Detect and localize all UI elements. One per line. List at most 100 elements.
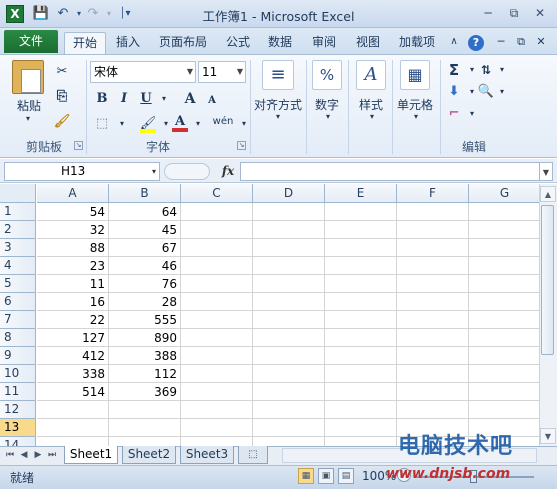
- cell[interactable]: 388: [109, 347, 180, 365]
- cell[interactable]: 45: [109, 221, 180, 239]
- number-dropdown-icon[interactable]: ▾: [318, 112, 338, 121]
- find-dropdown-icon[interactable]: ▾: [492, 82, 512, 102]
- column-header[interactable]: B: [109, 184, 181, 203]
- tab-review[interactable]: 审阅: [306, 32, 342, 54]
- page-layout-view-icon[interactable]: ▣: [318, 468, 334, 484]
- row-header[interactable]: 8: [0, 329, 36, 347]
- cell[interactable]: 412: [37, 347, 108, 365]
- cut-icon[interactable]: ✂: [52, 62, 72, 82]
- border-dropdown-icon[interactable]: ▾: [112, 114, 132, 134]
- column-header[interactable]: E: [325, 184, 397, 203]
- font-name-combo[interactable]: 宋体 ▼: [90, 61, 196, 83]
- cell[interactable]: 76: [109, 275, 180, 293]
- clipboard-launcher-icon[interactable]: ↘: [74, 141, 83, 150]
- cell[interactable]: 54: [37, 203, 108, 221]
- insert-function-icon[interactable]: fx: [218, 162, 238, 180]
- cell[interactable]: 46: [109, 257, 180, 275]
- vertical-scroll-thumb[interactable]: [541, 205, 554, 355]
- paste-icon[interactable]: [12, 60, 44, 94]
- cell[interactable]: 369: [109, 383, 180, 401]
- italic-button[interactable]: I: [114, 89, 134, 109]
- border-icon[interactable]: ⬚: [92, 114, 112, 134]
- cell[interactable]: 127: [37, 329, 108, 347]
- doc-minimize-icon[interactable]: ─: [492, 32, 510, 54]
- help-icon[interactable]: ?: [466, 32, 486, 54]
- column-header[interactable]: F: [397, 184, 469, 203]
- cell[interactable]: 890: [109, 329, 180, 347]
- font-launcher-icon[interactable]: ↘: [237, 141, 246, 150]
- row-header[interactable]: 11: [0, 383, 36, 401]
- cell[interactable]: 28: [109, 293, 180, 311]
- row-header[interactable]: 10: [0, 365, 36, 383]
- scroll-down-icon[interactable]: ▼: [540, 428, 556, 444]
- styles-dropdown-icon[interactable]: ▾: [362, 112, 382, 121]
- prev-sheet-icon[interactable]: ◀: [18, 449, 30, 462]
- cell[interactable]: 32: [37, 221, 108, 239]
- cells-dropdown-icon[interactable]: ▾: [406, 112, 426, 121]
- alignment-button[interactable]: 对齐方式: [252, 96, 304, 113]
- close-icon[interactable]: ✕: [528, 4, 552, 22]
- normal-view-icon[interactable]: ▦: [298, 468, 314, 484]
- underline-button[interactable]: U: [136, 89, 156, 109]
- alignment-dropdown-icon[interactable]: ▾: [268, 112, 288, 121]
- column-header[interactable]: C: [181, 184, 253, 203]
- cell[interactable]: 338: [37, 365, 108, 383]
- name-box[interactable]: H13 ▾: [4, 162, 160, 181]
- row-header[interactable]: 1: [0, 203, 36, 221]
- tab-addins[interactable]: 加载项: [392, 32, 442, 54]
- doc-close-icon[interactable]: ✕: [532, 32, 550, 54]
- cell[interactable]: 514: [37, 383, 108, 401]
- column-header[interactable]: A: [37, 184, 109, 203]
- row-header[interactable]: 6: [0, 293, 36, 311]
- formula-input[interactable]: [240, 162, 540, 181]
- column-header[interactable]: G: [469, 184, 541, 203]
- shrink-font-button[interactable]: A: [202, 91, 222, 111]
- fill-color-icon[interactable]: 🖌: [138, 114, 158, 134]
- minimize-ribbon-icon[interactable]: ∧: [446, 32, 462, 54]
- phonetic-guide-icon[interactable]: wén: [210, 112, 236, 132]
- font-color-icon[interactable]: A: [170, 112, 190, 132]
- column-header[interactable]: D: [253, 184, 325, 203]
- next-sheet-icon[interactable]: ▶: [32, 449, 44, 462]
- cell[interactable]: 64: [109, 203, 180, 221]
- font-color-dropdown-icon[interactable]: ▾: [188, 114, 208, 134]
- restore-icon[interactable]: ⧉: [502, 4, 526, 22]
- scroll-up-icon[interactable]: ▲: [540, 186, 556, 202]
- cell[interactable]: 22: [37, 311, 108, 329]
- row-header[interactable]: 2: [0, 221, 36, 239]
- sheet-tab-sheet1[interactable]: Sheet1: [64, 446, 118, 464]
- row-header[interactable]: 5: [0, 275, 36, 293]
- sort-dropdown-icon[interactable]: ▾: [492, 60, 512, 80]
- page-break-view-icon[interactable]: ▤: [338, 468, 354, 484]
- styles-button[interactable]: 样式: [354, 96, 388, 113]
- paste-button-label[interactable]: 粘贴: [12, 97, 46, 114]
- tab-file[interactable]: 文件: [4, 30, 58, 53]
- cell[interactable]: 67: [109, 239, 180, 257]
- row-header[interactable]: 7: [0, 311, 36, 329]
- clear-icon[interactable]: ⌐: [444, 104, 464, 124]
- sheet-tab-sheet2[interactable]: Sheet2: [122, 446, 176, 464]
- row-header[interactable]: 9: [0, 347, 36, 365]
- cell[interactable]: 16: [37, 293, 108, 311]
- expand-formula-bar-icon[interactable]: ▼: [539, 162, 553, 181]
- tab-page-layout[interactable]: 页面布局: [152, 32, 214, 54]
- copy-icon[interactable]: ⎘: [52, 87, 72, 107]
- bold-button[interactable]: B: [92, 89, 112, 109]
- row-header[interactable]: 3: [0, 239, 36, 257]
- tab-insert[interactable]: 插入: [110, 32, 146, 54]
- formula-bar-splitter[interactable]: [164, 163, 210, 180]
- select-all-corner[interactable]: [0, 184, 36, 203]
- first-sheet-icon[interactable]: ⏮: [4, 449, 16, 462]
- tab-formulas[interactable]: 公式: [220, 32, 256, 54]
- tab-view[interactable]: 视图: [350, 32, 386, 54]
- format-painter-icon[interactable]: 🖌: [52, 112, 72, 132]
- phonetic-dropdown-icon[interactable]: ▾: [234, 114, 254, 134]
- underline-dropdown-icon[interactable]: ▾: [154, 89, 174, 109]
- doc-restore-icon[interactable]: ⧉: [512, 32, 530, 54]
- last-sheet-icon[interactable]: ⏭: [46, 449, 58, 462]
- cell[interactable]: 555: [109, 311, 180, 329]
- cell[interactable]: 11: [37, 275, 108, 293]
- number-format-icon[interactable]: %: [312, 60, 342, 90]
- row-header[interactable]: 4: [0, 257, 36, 275]
- cell[interactable]: 112: [109, 365, 180, 383]
